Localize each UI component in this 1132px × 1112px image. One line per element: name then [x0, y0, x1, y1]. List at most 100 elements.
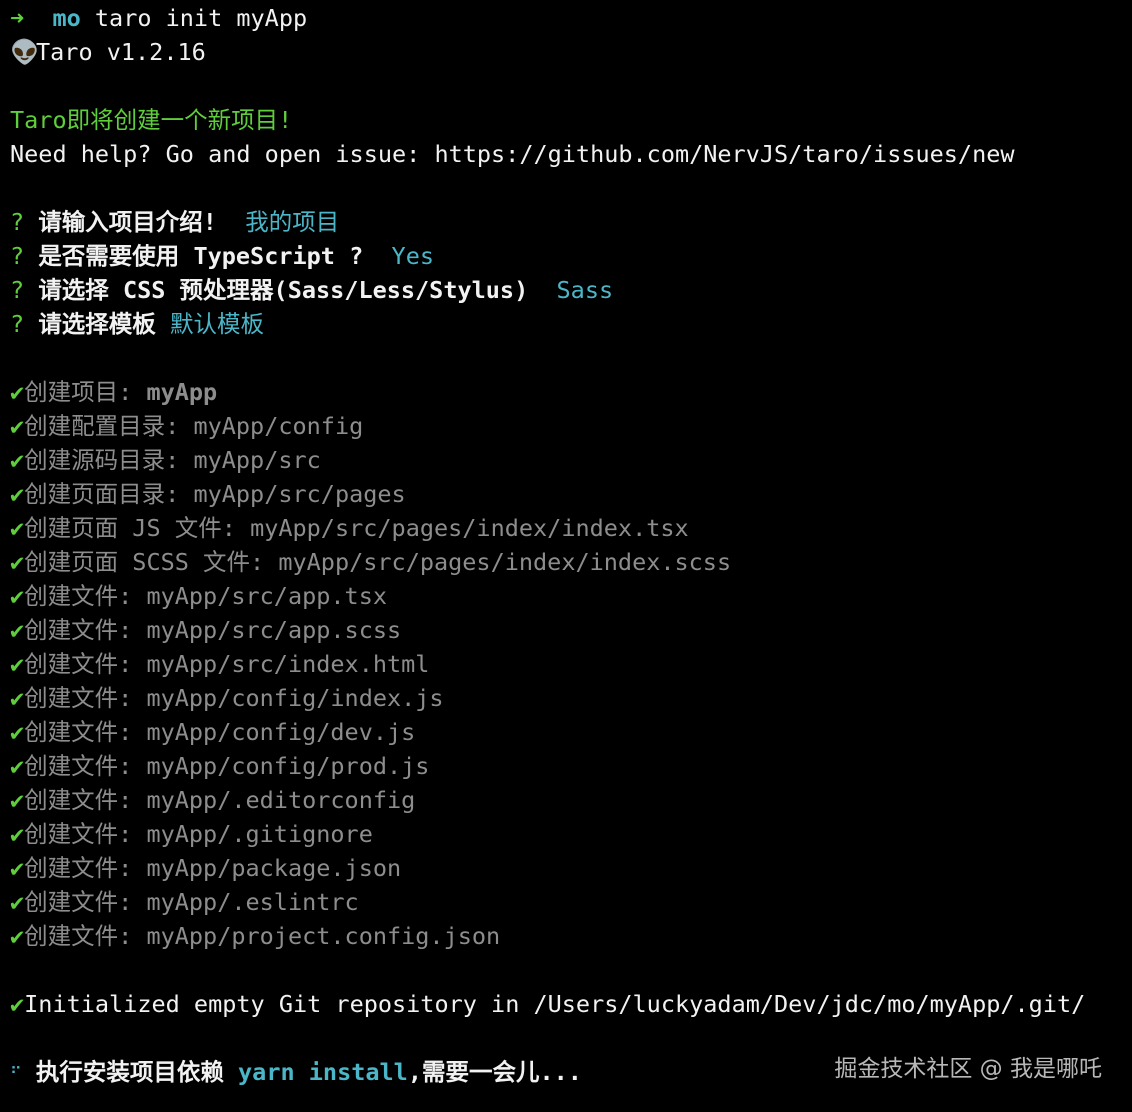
created-path: myApp/.editorconfig	[146, 786, 416, 814]
created-item-line: ✔创建文件: myApp/src/index.html	[10, 647, 1130, 681]
question-text: 请选择 CSS 预处理器(Sass/Less/Stylus)	[38, 276, 529, 304]
created-item-line: ✔创建文件: myApp/src/app.tsx	[10, 579, 1130, 613]
check-icon: ✔	[10, 854, 25, 882]
created-label: 创建页面 SCSS 文件:	[24, 548, 265, 576]
question-answer: Yes	[391, 242, 434, 270]
created-item-line: ✔创建源码目录: myApp/src	[10, 443, 1130, 477]
created-item-line: ✔创建文件: myApp/config/dev.js	[10, 715, 1130, 749]
terminal-output: ➜ mo taro init myApp 👽Taro v1.2.16 Taro即…	[10, 1, 1130, 1089]
created-path: myApp/src/app.tsx	[146, 582, 387, 610]
created-path: myApp/src/pages/index/index.tsx	[250, 514, 689, 542]
created-path: myApp/src/pages	[193, 480, 406, 508]
command-text: taro init myApp	[80, 4, 308, 32]
check-icon: ✔	[10, 752, 25, 780]
install-command: yarn install	[238, 1058, 408, 1086]
alien-icon: 👽	[10, 38, 40, 66]
created-project-line: ✔创建项目: myApp	[10, 375, 1130, 409]
check-icon: ✔	[10, 514, 25, 542]
created-item-line: ✔创建页面 SCSS 文件: myApp/src/pages/index/ind…	[10, 545, 1130, 579]
created-item-line: ✔创建文件: myApp/.eslintrc	[10, 885, 1130, 919]
created-path: myApp/src	[193, 446, 321, 474]
check-icon: ✔	[10, 990, 25, 1018]
created-label: 创建文件:	[24, 820, 133, 848]
check-icon: ✔	[10, 684, 25, 712]
check-icon: ✔	[10, 480, 25, 508]
check-icon: ✔	[10, 820, 25, 848]
install-prefix: 执行安装项目依赖	[35, 1058, 224, 1086]
prompt-directory: mo	[52, 4, 81, 32]
created-path: myApp/.eslintrc	[146, 888, 359, 916]
created-label: 创建文件:	[24, 616, 133, 644]
created-item-line: ✔创建页面目录: myApp/src/pages	[10, 477, 1130, 511]
created-path: myApp/.gitignore	[146, 820, 373, 848]
question-answer: 我的项目	[245, 208, 340, 236]
help-line: Need help? Go and open issue: https://gi…	[10, 140, 1015, 168]
created-path: myApp/config/index.js	[146, 684, 444, 712]
version-line: 👽Taro v1.2.16	[10, 35, 1130, 69]
question-text: 请选择模板	[38, 310, 156, 338]
created-label: 创建页面 JS 文件:	[24, 514, 236, 542]
created-item-line: ✔创建配置目录: myApp/config	[10, 409, 1130, 443]
created-path: myApp/src/index.html	[146, 650, 430, 678]
created-item-line: ✔创建文件: myApp/.editorconfig	[10, 783, 1130, 817]
question-text: 是否需要使用 TypeScript ?	[38, 242, 364, 270]
created-path: myApp/src/pages/index/index.scss	[278, 548, 732, 576]
git-init-text: Initialized empty Git repository in /Use…	[24, 990, 1086, 1018]
created-label: 创建项目:	[24, 378, 133, 406]
watermark: 掘金技术社区 @ 我是哪吒	[834, 1056, 1102, 1082]
check-icon: ✔	[10, 548, 25, 576]
arrow-right-icon: ➜	[10, 4, 25, 32]
question-mark: ?	[10, 276, 25, 304]
question-line: ? 是否需要使用 TypeScript ? Yes	[10, 239, 1130, 273]
created-path: myApp/src/app.scss	[146, 616, 402, 644]
created-path: myApp/config/prod.js	[146, 752, 430, 780]
created-path: myApp/config/dev.js	[146, 718, 416, 746]
created-item-line: ✔创建文件: myApp/package.json	[10, 851, 1130, 885]
question-mark: ?	[10, 242, 25, 270]
created-label: 创建文件:	[24, 786, 133, 814]
question-answer: Sass	[556, 276, 614, 304]
created-label: 创建文件:	[24, 718, 133, 746]
question-mark: ?	[10, 208, 25, 236]
created-label: 创建文件:	[24, 888, 133, 916]
created-item-line: ✔创建文件: myApp/config/index.js	[10, 681, 1130, 715]
command-line: ➜ mo taro init myApp	[10, 1, 1130, 35]
created-path: myApp/config	[193, 412, 364, 440]
check-icon: ✔	[10, 786, 25, 814]
created-label: 创建文件:	[24, 684, 133, 712]
check-icon: ✔	[10, 718, 25, 746]
created-label: 创建文件:	[24, 854, 133, 882]
check-icon: ✔	[10, 888, 25, 916]
check-icon: ✔	[10, 616, 25, 644]
spinner-icon: ⠋	[10, 1063, 22, 1083]
check-icon: ✔	[10, 446, 25, 474]
created-path: myApp/package.json	[146, 854, 402, 882]
created-label: 创建页面目录:	[24, 480, 180, 508]
create-intro-line: Taro即将创建一个新项目!	[10, 106, 293, 134]
check-icon: ✔	[10, 412, 25, 440]
check-icon: ✔	[10, 922, 25, 950]
created-item-line: ✔创建页面 JS 文件: myApp/src/pages/index/index…	[10, 511, 1130, 545]
created-label: 创建文件:	[24, 582, 133, 610]
created-files-list: ✔创建配置目录: myApp/config ✔创建源码目录: myApp/src ✔…	[10, 409, 1130, 953]
created-label: 创建文件:	[24, 752, 133, 780]
created-path: myApp/project.config.json	[146, 922, 501, 950]
question-line: ? 请选择模板 默认模板	[10, 307, 1130, 341]
created-label: 创建配置目录:	[24, 412, 180, 440]
question-text: 请输入项目介绍!	[38, 208, 217, 236]
git-init-line: ✔Initialized empty Git repository in /Us…	[10, 987, 1130, 1021]
check-icon: ✔	[10, 378, 25, 406]
created-item-line: ✔创建文件: myApp/project.config.json	[10, 919, 1130, 953]
question-answer: 默认模板	[169, 310, 264, 338]
created-item-line: ✔创建文件: myApp/.gitignore	[10, 817, 1130, 851]
check-icon: ✔	[10, 650, 25, 678]
created-label: 创建文件:	[24, 650, 133, 678]
install-suffix: ,需要一会儿...	[407, 1058, 582, 1086]
created-item-line: ✔创建文件: myApp/src/app.scss	[10, 613, 1130, 647]
created-path: myApp	[146, 378, 218, 406]
